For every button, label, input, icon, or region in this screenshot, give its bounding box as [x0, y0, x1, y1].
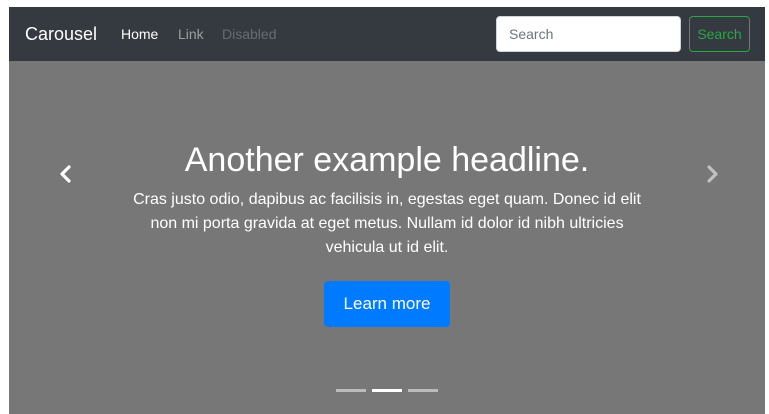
- nav-link-home[interactable]: Home: [121, 25, 158, 43]
- navbar: Carousel Home Link Disabled Search: [9, 7, 765, 61]
- carousel-indicators: [9, 389, 765, 395]
- chevron-left-icon: [60, 165, 71, 183]
- carousel: Another example headline. Cras justo odi…: [9, 61, 765, 414]
- page: Carousel Home Link Disabled Search Anoth…: [9, 7, 765, 414]
- nav-link-disabled: Disabled: [222, 26, 277, 42]
- carousel-prev-control[interactable]: [9, 61, 119, 414]
- learn-more-button[interactable]: Learn more: [324, 281, 450, 327]
- search-button[interactable]: Search: [689, 16, 750, 52]
- carousel-caption: Another example headline. Cras justo odi…: [119, 139, 655, 327]
- navbar-brand[interactable]: Carousel: [25, 23, 97, 45]
- carousel-headline: Another example headline.: [184, 141, 590, 179]
- search-input[interactable]: [496, 16, 681, 52]
- carousel-next-control[interactable]: [655, 61, 765, 414]
- carousel-indicator-2[interactable]: [372, 389, 402, 392]
- carousel-lead-text: Cras justo odio, dapibus ac facilisis in…: [133, 191, 641, 256]
- chevron-right-icon: [707, 165, 718, 183]
- carousel-indicator-1[interactable]: [336, 389, 366, 392]
- carousel-indicator-3[interactable]: [408, 389, 438, 392]
- nav-link-link[interactable]: Link: [178, 25, 204, 43]
